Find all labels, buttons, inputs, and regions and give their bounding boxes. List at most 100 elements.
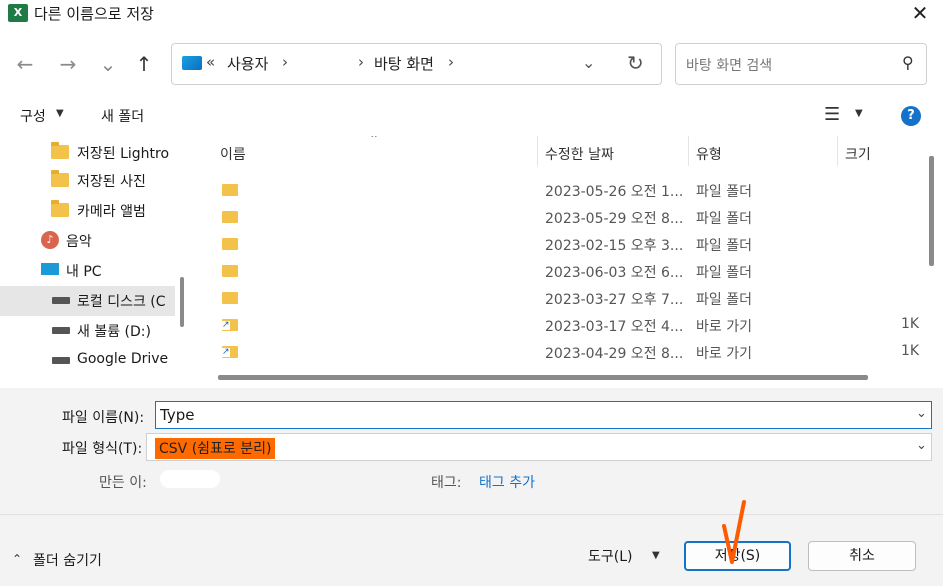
nav-item-label: 음악 <box>66 234 92 250</box>
folder-icon <box>222 265 238 277</box>
table-row[interactable]: 2023-05-26 오전 1... 파일 폴더 <box>198 176 920 203</box>
file-size: 1K <box>901 343 920 359</box>
column-divider[interactable] <box>837 136 838 166</box>
chevron-down-icon[interactable]: ⌄ <box>916 406 927 421</box>
column-header-size[interactable]: 크기 <box>845 144 871 164</box>
author-value[interactable] <box>160 470 220 488</box>
new-folder-button[interactable]: 새 폴더 <box>101 106 144 126</box>
overflow-chevron[interactable]: « <box>206 53 215 71</box>
recent-locations-button[interactable]: ⌄ <box>94 50 122 78</box>
file-date: 2023-03-17 오전 4... <box>545 319 684 335</box>
nav-item-label: 저장된 사진 <box>77 174 146 190</box>
address-bar[interactable]: « 사용자 › › 바탕 화면 › ⌄ ↻ <box>171 43 662 85</box>
annotation-checkmark <box>722 500 746 564</box>
search-box[interactable]: 바탕 화면 검색 ⚲ <box>675 43 927 85</box>
shortcut-icon <box>222 346 238 358</box>
file-list: ⌃ 이름 수정한 날짜 유형 크기 2023-05-26 오전 1... 파일 … <box>198 136 920 388</box>
nav-item-this-pc[interactable]: 내 PC <box>0 256 175 286</box>
caret-down-icon[interactable]: ▼ <box>855 108 863 119</box>
folder-icon <box>51 200 69 217</box>
nav-item-google-drive[interactable]: Google Drive <box>0 346 175 376</box>
table-row[interactable]: 2023-02-15 오후 3... 파일 폴더 <box>198 230 920 257</box>
refresh-icon[interactable]: ↻ <box>627 51 644 75</box>
caret-down-icon[interactable]: ▼ <box>56 108 64 119</box>
folder-icon <box>51 170 69 187</box>
folder-icon <box>51 142 69 159</box>
nav-item-label: 저장된 Lightro <box>77 146 170 162</box>
nav-item-saved-lightroom[interactable]: 저장된 Lightro <box>0 138 175 168</box>
table-row[interactable]: 2023-03-27 오후 7... 파일 폴더 <box>198 284 920 311</box>
folder-icon <box>222 211 238 223</box>
file-type: 파일 폴더 <box>696 184 752 200</box>
file-date: 2023-02-15 오후 3... <box>545 238 684 254</box>
nav-item-music[interactable]: ♪ 음악 <box>0 226 175 256</box>
table-row[interactable]: 2023-04-29 오전 8... 바로 가기 1K <box>198 338 920 365</box>
column-divider[interactable] <box>537 136 538 166</box>
filetype-value[interactable]: CSV (쉼표로 분리) <box>155 438 276 459</box>
command-bar: 구성 ▼ 새 폴더 ☰ ▼ <box>0 96 943 136</box>
organize-button[interactable]: 구성 <box>20 106 46 126</box>
pc-icon <box>41 263 59 275</box>
breadcrumb-desktop[interactable]: 바탕 화면 <box>374 53 434 74</box>
drive-icon <box>52 357 70 364</box>
table-row[interactable]: 2023-05-29 오전 8... 파일 폴더 <box>198 203 920 230</box>
folder-icon <box>222 184 238 196</box>
add-tag-link[interactable]: 태그 추가 <box>479 472 535 492</box>
cancel-button[interactable]: 취소 <box>808 541 916 571</box>
window-title: 다른 이름으로 저장 <box>34 5 154 23</box>
breadcrumb-separator[interactable]: › <box>448 53 454 71</box>
hide-folders-button[interactable]: 폴더 숨기기 <box>33 550 102 570</box>
column-divider[interactable] <box>688 136 689 166</box>
breadcrumb-separator[interactable]: › <box>358 53 364 71</box>
nav-item-volume-d[interactable]: 새 볼륨 (D:) <box>0 316 175 346</box>
horizontal-scrollbar[interactable] <box>218 375 868 380</box>
drive-icon <box>52 327 70 334</box>
nav-item-camera-roll[interactable]: 카메라 앨범 <box>0 196 175 226</box>
file-type: 파일 폴더 <box>696 292 752 308</box>
nav-item-saved-photos[interactable]: 저장된 사진 <box>0 166 175 196</box>
column-header-date[interactable]: 수정한 날짜 <box>545 144 614 164</box>
table-row[interactable]: 2023-03-17 오전 4... 바로 가기 1K <box>198 311 920 338</box>
filetype-label: 파일 형식(T): <box>62 441 143 457</box>
close-icon[interactable]: ✕ <box>908 1 932 25</box>
title-bar: X 다른 이름으로 저장 ✕ <box>0 0 943 28</box>
vertical-scrollbar[interactable] <box>929 156 934 266</box>
breadcrumb-separator[interactable]: › <box>282 53 288 71</box>
nav-item-label: 카메라 앨범 <box>77 204 146 220</box>
file-type: 파일 폴더 <box>696 265 752 281</box>
chevron-down-icon[interactable]: ⌄ <box>916 438 927 453</box>
caret-down-icon[interactable]: ▼ <box>652 550 660 561</box>
tools-button[interactable]: 도구(L) <box>588 546 632 566</box>
filename-input[interactable]: Type ⌄ <box>155 401 932 429</box>
nav-item-label: 새 볼륨 (D:) <box>77 324 151 340</box>
up-button[interactable]: ↑ <box>130 50 158 78</box>
help-icon[interactable]: ? <box>901 106 921 126</box>
file-date: 2023-04-29 오전 8... <box>545 346 684 362</box>
file-date: 2023-05-26 오전 1... <box>545 184 684 200</box>
nav-item-local-disk-c[interactable]: 로컬 디스크 (C <box>0 286 175 316</box>
back-button[interactable]: ← <box>11 50 39 78</box>
nav-item-label: 내 PC <box>66 264 102 280</box>
filename-label: 파일 이름(N): <box>62 410 145 426</box>
nav-item-label: 로컬 디스크 (C <box>77 294 166 310</box>
chevron-down-icon[interactable]: ⌄ <box>582 53 595 72</box>
filetype-select[interactable]: CSV (쉼표로 분리) ⌄ <box>146 433 932 461</box>
view-options-icon[interactable]: ☰ <box>824 104 840 125</box>
filename-value[interactable]: Type <box>160 406 194 424</box>
nav-scrollbar[interactable] <box>180 277 184 327</box>
music-icon: ♪ <box>41 231 59 249</box>
breadcrumb-users[interactable]: 사용자 <box>227 53 268 74</box>
column-header-name[interactable]: 이름 <box>220 144 246 164</box>
search-input[interactable]: 바탕 화면 검색 <box>686 55 772 75</box>
file-date: 2023-05-29 오전 8... <box>545 211 684 227</box>
chevron-up-icon[interactable]: ⌃ <box>12 552 22 566</box>
forward-button[interactable]: → <box>54 50 82 78</box>
search-icon[interactable]: ⚲ <box>902 53 914 72</box>
tags-label: 태그: <box>431 475 462 491</box>
navigation-pane: 저장된 Lightro 저장된 사진 카메라 앨범 ♪ 음악 내 PC 로컬 디… <box>0 136 190 388</box>
table-row[interactable]: 2023-06-03 오전 6... 파일 폴더 <box>198 257 920 284</box>
file-type: 바로 가기 <box>696 319 752 335</box>
shortcut-icon <box>222 319 238 331</box>
column-header-type[interactable]: 유형 <box>696 144 722 164</box>
file-type: 바로 가기 <box>696 346 752 362</box>
